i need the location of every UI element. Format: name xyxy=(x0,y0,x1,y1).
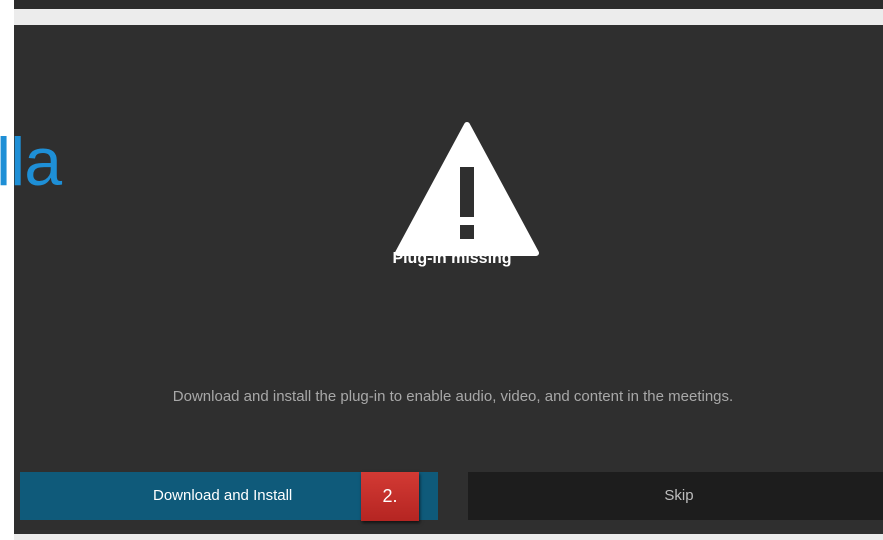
left-margin xyxy=(0,0,14,540)
skip-button[interactable]: Skip xyxy=(468,472,883,520)
step-annotation-badge: 2. xyxy=(361,472,419,521)
skip-label: Skip xyxy=(664,487,694,504)
warning-triangle-icon xyxy=(395,122,539,256)
download-and-install-label: Download and Install xyxy=(153,487,293,504)
screenshot-stage: lla Plug-in missing Download and install… xyxy=(0,0,883,540)
dialog-top-border xyxy=(14,9,883,25)
plugin-missing-dialog xyxy=(14,25,883,540)
dialog-message: Download and install the plug-in to enab… xyxy=(172,388,734,405)
dialog-bottom-border xyxy=(14,534,883,540)
window-top-bar xyxy=(14,0,883,9)
dialog-title: Plug-in missing xyxy=(392,250,512,267)
background-page-heading-fragment: lla xyxy=(0,124,62,200)
